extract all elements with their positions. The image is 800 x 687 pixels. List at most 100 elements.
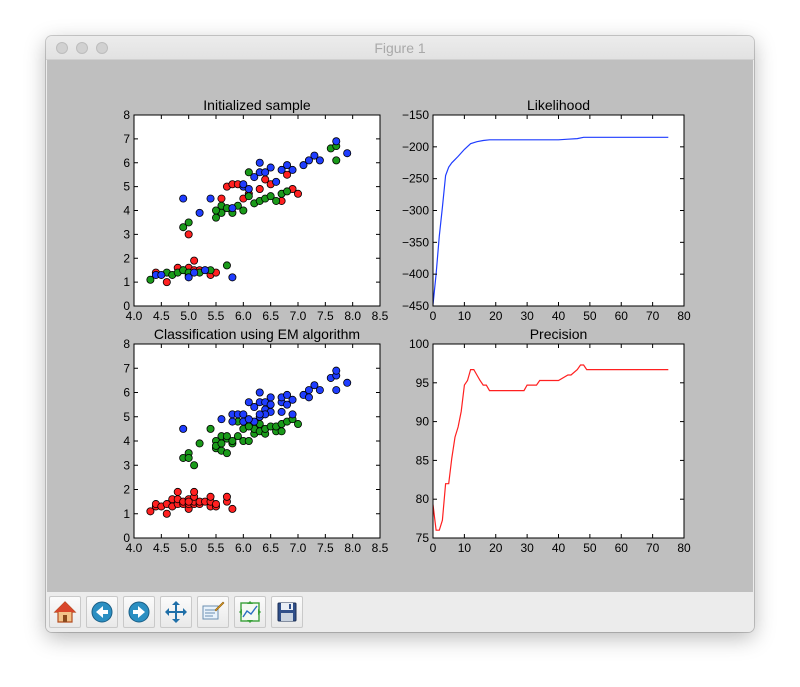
x-tick-label: 0 — [430, 541, 437, 555]
x-tick-label: 6.5 — [262, 309, 279, 323]
scatter-point-blue — [332, 366, 341, 375]
x-tick-label: 30 — [520, 309, 534, 323]
scatter-point-blue — [266, 393, 275, 402]
y-tick-label: −150 — [402, 108, 429, 122]
y-tick-label: 85 — [416, 453, 430, 467]
zoom-button[interactable] — [197, 596, 229, 628]
figure-plots: 4.0 4.5 5.0 5.5 6.0 6.5 7.0 7.5 8.0 8.5012345678I… — [123, 97, 691, 555]
subplot-3: 4.0 4.5 5.0 5.5 6.0 6.5 7.0 7.5 8.0 8.5012345678C… — [123, 326, 388, 555]
home-button[interactable] — [49, 596, 81, 628]
scatter-point-green — [272, 196, 281, 205]
scatter-point-green — [184, 218, 193, 227]
scatter-point-red — [217, 194, 226, 203]
scatter-point-blue — [315, 156, 324, 165]
plot-area — [433, 344, 684, 538]
scatter-point-blue — [239, 180, 248, 189]
y-tick-label: 0 — [123, 299, 130, 313]
scatter-point-green — [332, 156, 341, 165]
y-tick-label: 3 — [123, 227, 130, 241]
x-tick-label: 5.5 — [208, 309, 225, 323]
y-tick-label: 75 — [416, 531, 430, 545]
pan-icon — [165, 601, 187, 623]
scatter-point-red — [222, 492, 231, 501]
x-tick-label: 6.5 — [262, 541, 279, 555]
x-tick-label: 60 — [615, 541, 629, 555]
scatter-point-blue — [343, 149, 352, 158]
scatter-point-blue — [179, 194, 188, 203]
x-tick-label: 10 — [458, 541, 472, 555]
scatter-point-green — [190, 461, 199, 470]
save-button[interactable] — [271, 596, 303, 628]
y-tick-label: 4 — [123, 204, 130, 218]
y-tick-label: 6 — [123, 156, 130, 170]
y-tick-label: 6 — [123, 386, 130, 400]
x-tick-label: 50 — [583, 541, 597, 555]
y-tick-label: 7 — [123, 361, 130, 375]
subplot-4: 0 10 20 30 40 50 60 70 80 75 80 85 90 95 100 Precision — [409, 326, 691, 555]
x-tick-label: 0 — [430, 309, 437, 323]
x-tick-label: 80 — [677, 309, 691, 323]
x-tick-label: 20 — [489, 541, 503, 555]
scatter-point-green — [184, 453, 193, 462]
scatter-point-blue — [266, 400, 275, 409]
title-bar: Figure 1 — [46, 36, 754, 60]
scatter-point-red — [190, 487, 199, 496]
scatter-point-green — [195, 439, 204, 448]
x-tick-label: 6.0 — [235, 541, 252, 555]
x-tick-label: 40 — [552, 309, 566, 323]
scatter-point-green — [293, 420, 302, 429]
scatter-point-blue — [288, 165, 297, 174]
y-tick-label: −450 — [402, 299, 429, 313]
scatter-point-blue — [228, 273, 237, 282]
scatter-point-green — [283, 187, 292, 196]
scatter-point-blue — [255, 158, 264, 167]
x-tick-label: 5.0 — [180, 309, 197, 323]
y-tick-label: −350 — [402, 235, 429, 249]
scatter-point-red — [190, 256, 199, 265]
scatter-point-blue — [343, 378, 352, 387]
chart-title: Likelihood — [527, 97, 590, 113]
chart-title: Initialized sample — [203, 97, 311, 113]
x-tick-label: 60 — [615, 309, 629, 323]
x-tick-label: 7.0 — [290, 541, 307, 555]
subplot-2: 0 10 20 30 40 50 60 70 80 −450 −400 −350 −300 −250 −20… — [402, 97, 691, 323]
scatter-point-blue — [288, 395, 297, 404]
scatter-point-blue — [255, 388, 264, 397]
y-tick-label: 0 — [123, 531, 130, 545]
y-tick-label: 1 — [123, 275, 130, 289]
back-button[interactable] — [86, 596, 118, 628]
configure-subplots-button[interactable] — [234, 596, 266, 628]
figure-window: Figure 1 4.0 4.5 5.0 5.5 6.0 6.5 7.0 7.5 8.0 8.5 0… — [46, 36, 754, 632]
chart-title: Precision — [530, 326, 588, 342]
scatter-point-blue — [157, 270, 166, 279]
x-tick-label: 6.0 — [235, 309, 252, 323]
scatter-point-blue — [304, 393, 313, 402]
back-icon — [91, 601, 113, 623]
configure-subplots-icon — [239, 601, 261, 623]
x-tick-label: 80 — [677, 541, 691, 555]
scatter-point-green — [211, 206, 220, 215]
scatter-point-red — [206, 492, 215, 501]
y-tick-label: 2 — [123, 251, 130, 265]
scatter-point-blue — [255, 410, 264, 419]
x-tick-label: 4.5 — [153, 541, 170, 555]
scatter-point-blue — [195, 208, 204, 217]
scatter-point-green — [244, 436, 253, 445]
scatter-point-blue — [266, 163, 275, 172]
scatter-point-blue — [228, 417, 237, 426]
scatter-point-red — [173, 487, 182, 496]
x-tick-label: 4.5 — [153, 309, 170, 323]
x-tick-label: 7.0 — [290, 309, 307, 323]
chart-title: Classification using EM algorithm — [154, 326, 360, 342]
figure-canvas[interactable]: 4.0 4.5 5.0 5.5 6.0 6.5 7.0 7.5 8.0 8.5 0 1 2 3 4 5 6 7 8 I… — [47, 60, 753, 592]
scatter-point-red — [293, 189, 302, 198]
forward-button[interactable] — [123, 596, 155, 628]
x-tick-label: 10 — [458, 309, 472, 323]
scatter-point-red — [162, 509, 171, 518]
scatter-point-blue — [288, 410, 297, 419]
x-tick-label: 7.5 — [317, 541, 334, 555]
pan-button[interactable] — [160, 596, 192, 628]
x-tick-label: 8.5 — [372, 309, 389, 323]
scatter-point-red — [228, 504, 237, 513]
scatter-point-blue — [315, 386, 324, 395]
